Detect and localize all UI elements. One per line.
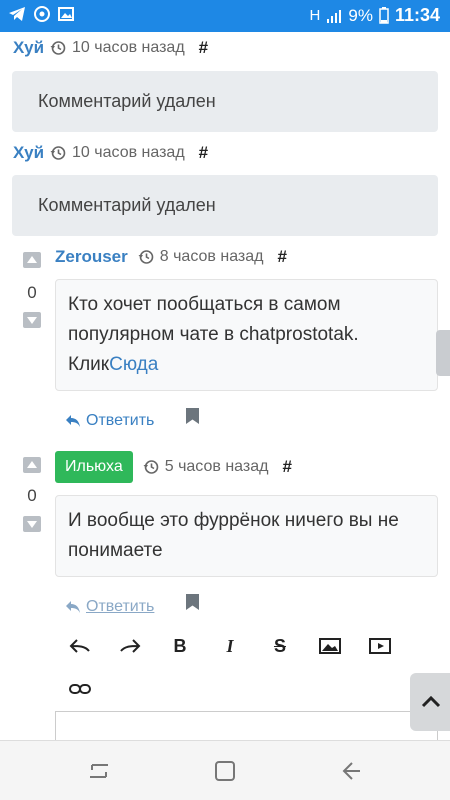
comment-time: 5 часов назад (164, 458, 269, 475)
comment-author[interactable]: Хуй (13, 143, 44, 163)
comment-header: Хуй 10 часов назад # (13, 143, 208, 163)
downvote-button[interactable] (23, 516, 41, 532)
deleted-text: Комментарий удален (38, 91, 216, 111)
side-scroll-tab[interactable] (436, 330, 450, 376)
comment-text-line: понимаете (68, 540, 163, 561)
bold-icon: B (173, 635, 187, 656)
comment-header: Хуй 10 часов назад # (13, 38, 208, 58)
video-icon (369, 638, 391, 654)
permalink[interactable]: # (277, 247, 286, 267)
scroll-to-top-button[interactable] (410, 673, 450, 731)
comment-time: 10 часов назад (72, 39, 185, 56)
status-bar: H 9% 11:34 (0, 0, 450, 32)
video-button[interactable] (365, 631, 395, 661)
reply-button[interactable]: Ответить (65, 598, 154, 616)
reply-button[interactable]: Ответить (65, 412, 154, 430)
comment-text-line: И вообще это фуррёнок ничего вы не (68, 510, 399, 531)
gallery-icon (58, 7, 74, 21)
upvote-button[interactable] (23, 252, 41, 268)
comment-body: Кто хочет пообщаться в самом популярном … (55, 279, 438, 391)
comment-link[interactable]: Сюда (109, 354, 158, 375)
comment-text-line: популярном чате в chatprostotak. (68, 324, 359, 345)
redo-button[interactable] (115, 631, 145, 661)
reply-label: Ответить (86, 598, 155, 615)
home-icon[interactable] (214, 760, 236, 782)
comment-header: Ильюха 5 часов назад # (55, 451, 292, 483)
battery-icon (379, 7, 389, 24)
chrome-icon (34, 6, 50, 22)
recent-apps-icon[interactable] (88, 761, 110, 781)
comment-author-badge[interactable]: Ильюха (55, 451, 133, 483)
deleted-comment: Комментарий удален (12, 175, 438, 236)
comment-text-line: Кто хочет пообщаться в самом (68, 294, 341, 315)
undo-icon (69, 639, 90, 653)
battery-percent: 9% (348, 5, 373, 25)
vote-score: 0 (27, 486, 37, 505)
bookmark-icon[interactable] (186, 594, 199, 610)
chevron-up-icon (421, 696, 441, 708)
comment-editor-input[interactable] (55, 711, 438, 740)
reply-icon (66, 601, 80, 613)
downvote-button[interactable] (23, 312, 41, 328)
comment-time: 8 часов назад (159, 248, 264, 265)
bookmark-icon[interactable] (186, 408, 199, 424)
vote-score: 0 (27, 283, 37, 302)
permalink[interactable]: # (282, 457, 291, 477)
reply-label: Ответить (86, 412, 155, 429)
comment-time: 10 часов назад (72, 144, 185, 161)
back-icon[interactable] (340, 760, 362, 782)
signal-icon (327, 9, 342, 23)
image-button[interactable] (315, 631, 345, 661)
comment-text-line: КликСюда (68, 350, 425, 380)
image-icon (319, 638, 341, 654)
comment-author[interactable]: Хуй (13, 38, 44, 58)
network-type: H (309, 7, 321, 24)
italic-button[interactable]: I (215, 631, 245, 661)
strikethrough-icon: S (273, 635, 286, 656)
deleted-text: Комментарий удален (38, 195, 216, 215)
clock: 11:34 (394, 5, 440, 25)
navigation-bar (0, 740, 450, 800)
redo-icon (120, 639, 141, 653)
link-button[interactable] (65, 674, 95, 704)
comment-text: Клик (68, 354, 110, 375)
permalink[interactable]: # (199, 38, 208, 58)
history-icon (50, 146, 66, 160)
comment-author[interactable]: Zerouser (55, 247, 128, 267)
upvote-button[interactable] (23, 457, 41, 473)
italic-icon: I (226, 635, 234, 656)
comment-header: Zerouser 8 часов назад # (55, 247, 287, 267)
comment-body: И вообще это фуррёнок ничего вы не поним… (55, 495, 438, 577)
deleted-comment: Комментарий удален (12, 71, 438, 132)
undo-button[interactable] (65, 631, 95, 661)
telegram-icon (9, 7, 25, 21)
history-icon (138, 250, 154, 264)
history-icon (50, 41, 66, 55)
history-icon (143, 460, 159, 474)
permalink[interactable]: # (199, 143, 208, 163)
bold-button[interactable]: B (165, 631, 195, 661)
link-icon (69, 684, 91, 694)
strikethrough-button[interactable]: S (265, 631, 295, 661)
reply-icon (66, 415, 80, 427)
